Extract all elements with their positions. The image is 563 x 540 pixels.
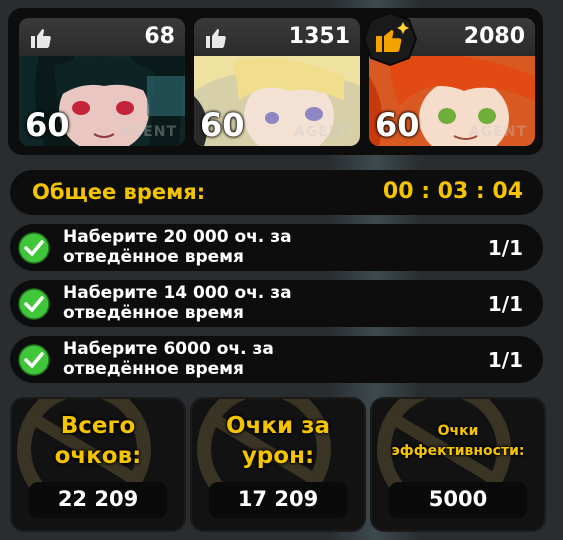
task-description: Наберите 14 000 оч. за отведённое время [63,283,292,323]
total-time-label: Общее время: [32,180,206,204]
task-progress: 1/1 [487,348,523,372]
checkmark-icon [18,288,50,320]
agent-tag: AGENT [468,124,527,140]
score-label: Очки эффективности: [391,423,525,459]
team-panel: 68 60 AGENT 1351 60 AGENT 2080 60 AGENT [8,8,543,155]
agent-level: 60 [375,106,420,144]
checkmark-icon [18,344,50,376]
efficiency-score-box: Очки эффективности: 5000 [370,397,546,532]
task-progress: 1/1 [487,236,523,260]
score-value-pill: 17 209 [209,482,347,518]
agent-level: 60 [200,106,245,144]
like-count: 68 [144,24,175,49]
thumbs-up-icon [31,29,51,48]
score-value-pill: 5000 [389,482,527,518]
agent-card-1[interactable]: 68 60 AGENT [19,18,185,146]
score-value: 17 209 [237,487,319,511]
score-label: Очки за урон: [226,413,330,469]
total-time-bar: Общее время: 00 : 03 : 04 [10,170,543,215]
like-count: 1351 [288,24,350,49]
score-value: 5000 [428,487,488,511]
like-count: 2080 [463,24,525,49]
agent-card-2[interactable]: 1351 60 AGENT [194,18,360,146]
task-progress: 1/1 [487,292,523,316]
total-score-box: Всего очков: 22 209 [10,397,186,532]
thumbs-up-icon [206,29,226,48]
task-description: Наберите 20 000 оч. за отведённое время [63,227,292,267]
task-row: Наберите 6000 оч. за отведённое время 1/… [10,336,543,383]
score-label: Всего очков: [54,413,142,469]
task-description: Наберите 6000 оч. за отведённое время [63,339,274,379]
task-row: Наберите 14 000 оч. за отведённое время … [10,280,543,327]
total-time-value: 00 : 03 : 04 [382,179,523,204]
agent-tag: AGENT [293,124,352,140]
score-value: 22 209 [57,487,139,511]
top-likes-badge-icon [363,12,417,66]
agent-level: 60 [25,106,70,144]
task-row: Наберите 20 000 оч. за отведённое время … [10,224,543,271]
likes-bar: 1351 [194,18,360,56]
checkmark-icon [18,232,50,264]
damage-score-box: Очки за урон: 17 209 [190,397,366,532]
agent-tag: AGENT [118,124,177,140]
likes-bar: 68 [19,18,185,56]
score-value-pill: 22 209 [29,482,167,518]
